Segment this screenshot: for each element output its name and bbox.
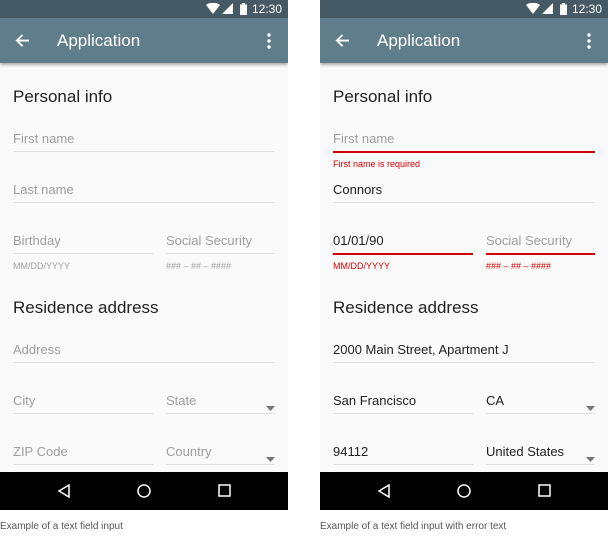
field-zip-code[interactable]: 94112 (333, 444, 473, 470)
field-birthday[interactable]: Birthday MM/DD/YYYY (13, 233, 153, 271)
toolbar-title: Application (57, 31, 141, 50)
field-value: United States (486, 444, 565, 459)
field-address[interactable]: 2000 Main Street, Apartment J (333, 342, 595, 368)
phone-screen: 12:30 Application Personal info Residence a… (0, 0, 288, 510)
field-underline (13, 151, 275, 152)
navigation-bar (0, 472, 288, 510)
field-value: CA (486, 393, 505, 408)
dropdown-arrow-icon[interactable] (586, 398, 595, 416)
field-label: Birthday (13, 233, 61, 248)
field-first-name[interactable]: First name First name is required (333, 131, 595, 169)
field-value: 2000 Main Street, Apartment J (333, 342, 509, 357)
field-country[interactable]: Country (166, 444, 275, 470)
field-birthday[interactable]: 01/01/90 MM/DD/YYYY (333, 233, 473, 271)
field-city[interactable]: San Francisco (333, 393, 473, 419)
field-city[interactable]: City (13, 393, 153, 419)
dropdown-arrow-icon[interactable] (266, 449, 275, 467)
error-text: First name is required (333, 159, 421, 169)
field-underline (333, 362, 595, 363)
section-heading-personal-info: Personal info (333, 87, 433, 106)
field-underline (13, 413, 153, 414)
field-underline (13, 253, 153, 254)
field-underline (333, 413, 473, 414)
field-underline (13, 464, 153, 465)
section-heading-personal-info: Personal info (13, 87, 113, 106)
field-label: Address (13, 342, 61, 357)
field-underline (13, 362, 275, 363)
field-underline (333, 202, 595, 203)
field-state[interactable]: CA (486, 393, 595, 419)
caption: Example of a text field input (0, 521, 123, 532)
field-underline (486, 253, 595, 255)
field-social-security[interactable]: Social Security ### – ## – #### (486, 233, 595, 271)
field-label: Country (166, 444, 212, 459)
field-underline (486, 413, 595, 414)
dropdown-arrow-icon[interactable] (586, 449, 595, 467)
field-label: First name (333, 131, 395, 146)
field-underline (166, 464, 275, 465)
field-underline (166, 413, 275, 414)
field-social-security[interactable]: Social Security ### – ## – #### (166, 233, 275, 271)
navigation-bar (320, 472, 608, 510)
toolbar-title: Application (377, 31, 461, 50)
field-first-name[interactable]: First name (13, 131, 275, 157)
field-last-name[interactable]: Last name (13, 182, 275, 208)
field-label: Last name (13, 182, 74, 197)
field-last-name[interactable]: Connors (333, 182, 595, 208)
field-value: San Francisco (333, 393, 417, 408)
status-bar: 12:30 (0, 0, 288, 18)
field-label: Social Security (166, 233, 252, 248)
dropdown-arrow-icon[interactable] (266, 398, 275, 416)
helper-text: ### – ## – #### (486, 261, 552, 271)
caption: Example of a text field input with error… (320, 521, 507, 532)
app-toolbar: Application (320, 18, 608, 63)
field-underline (13, 202, 275, 203)
section-heading-residence-address: Residence address (13, 298, 159, 317)
app-toolbar: Application (0, 18, 288, 63)
helper-text: MM/DD/YYYY (333, 261, 391, 271)
field-state[interactable]: State (166, 393, 275, 419)
section-heading-residence-address: Residence address (333, 298, 479, 317)
field-value: 94112 (333, 444, 369, 459)
status-bar: 12:30 (320, 0, 608, 18)
status-time: 12:30 (571, 2, 602, 16)
field-label: Social Security (486, 233, 572, 248)
field-value: Connors (333, 182, 383, 197)
phone-screen: 12:30 Application Personal info Residence a… (320, 0, 608, 510)
field-underline (333, 464, 473, 465)
field-underline (486, 464, 595, 465)
field-address[interactable]: Address (13, 342, 275, 368)
field-label: ZIP Code (13, 444, 68, 459)
field-underline (333, 151, 595, 153)
field-country[interactable]: United States (486, 444, 595, 470)
helper-text: MM/DD/YYYY (13, 261, 71, 271)
status-time: 12:30 (251, 2, 282, 16)
field-value: 01/01/90 (333, 233, 384, 248)
field-underline (333, 253, 473, 255)
field-label: City (13, 393, 36, 408)
field-label: First name (13, 131, 75, 146)
helper-text: ### – ## – #### (166, 261, 232, 271)
field-underline (166, 253, 275, 254)
field-label: State (166, 393, 197, 408)
field-zip-code[interactable]: ZIP Code (13, 444, 153, 470)
